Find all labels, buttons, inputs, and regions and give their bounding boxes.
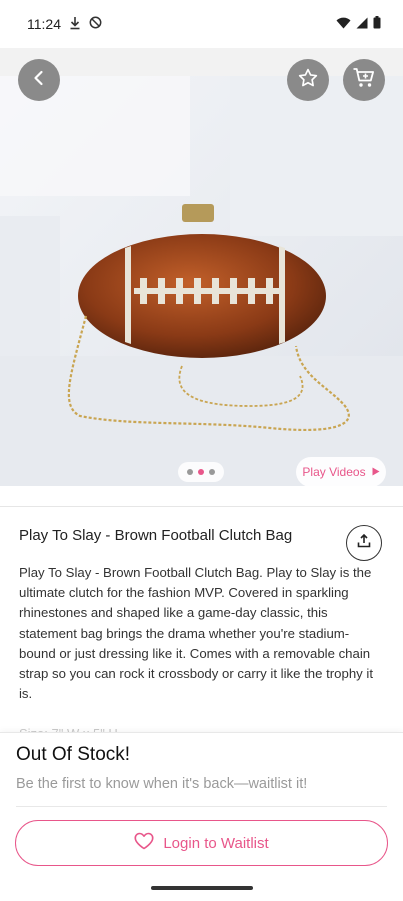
wifi-icon (336, 16, 351, 32)
product-photo-illustration (0, 76, 403, 486)
home-indicator[interactable] (151, 886, 253, 890)
play-icon (372, 465, 380, 479)
play-videos-label: Play Videos (302, 465, 366, 479)
hero-top-strip (0, 48, 403, 76)
status-left: 11:24 (27, 16, 102, 33)
cart-icon (352, 67, 376, 94)
share-icon (356, 533, 372, 554)
product-title: Play To Slay - Brown Football Clutch Bag (19, 527, 293, 544)
favorite-button[interactable] (287, 59, 329, 101)
product-description: Play To Slay - Brown Football Clutch Bag… (19, 565, 374, 702)
product-image[interactable] (0, 76, 403, 486)
signal-icon (356, 16, 368, 32)
back-arrow-icon (30, 69, 48, 92)
login-to-waitlist-button[interactable]: Login to Waitlist (15, 820, 388, 866)
sheet-divider (16, 806, 387, 807)
gallery-pagination[interactable] (178, 462, 224, 482)
status-right (336, 16, 381, 32)
section-divider (0, 506, 403, 507)
dnd-icon (89, 16, 102, 32)
gallery-dot-active[interactable] (198, 469, 204, 475)
status-bar: 11:24 (0, 0, 403, 48)
play-videos-button[interactable]: Play Videos (296, 457, 386, 487)
cart-button[interactable] (343, 59, 385, 101)
heart-icon (134, 832, 154, 854)
battery-icon (373, 16, 381, 32)
waitlist-button-label: Login to Waitlist (163, 834, 269, 852)
out-of-stock-title: Out Of Stock! (16, 744, 131, 765)
status-time: 11:24 (27, 16, 61, 32)
download-icon (69, 16, 81, 33)
back-button[interactable] (18, 59, 60, 101)
out-of-stock-subtitle: Be the first to know when it's back—wait… (16, 776, 308, 792)
star-icon (297, 67, 319, 94)
gallery-dot[interactable] (187, 469, 193, 475)
gallery-dot[interactable] (209, 469, 215, 475)
share-button[interactable] (346, 525, 382, 561)
